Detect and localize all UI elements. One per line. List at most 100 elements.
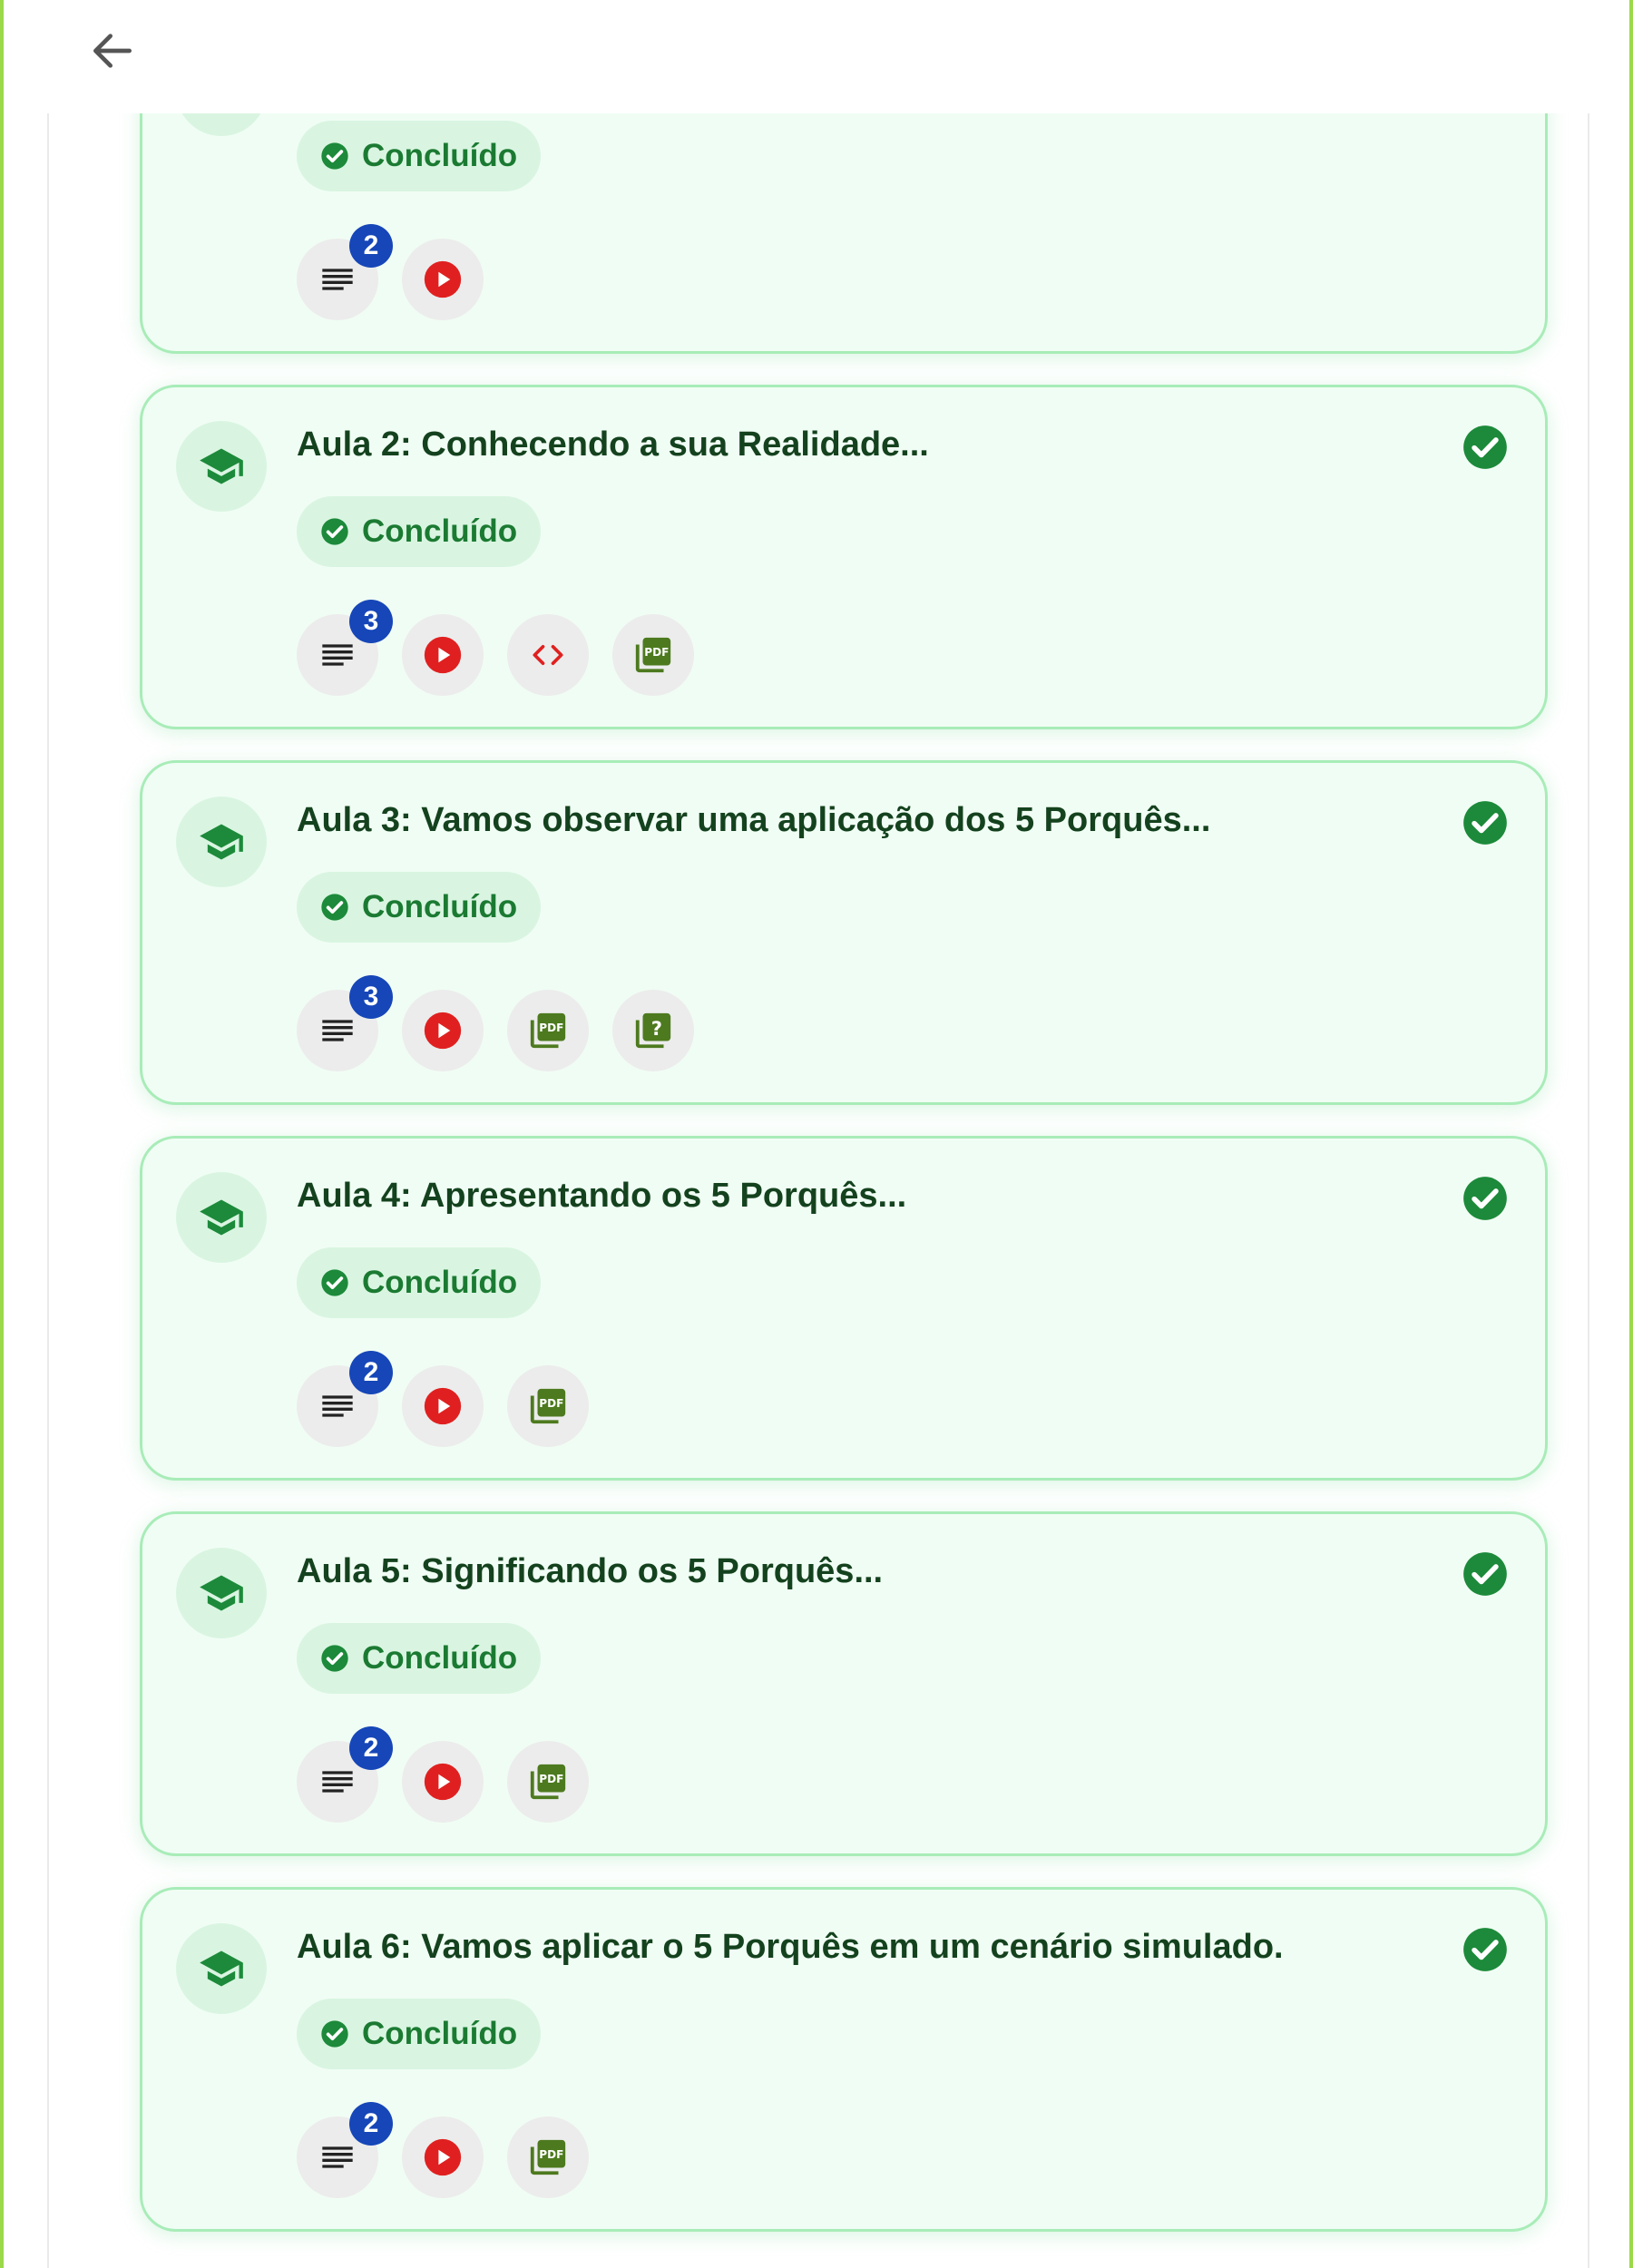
count-badge: 3 bbox=[349, 975, 393, 1019]
text-content-button[interactable]: 2 bbox=[297, 1726, 393, 1823]
video-button[interactable] bbox=[402, 614, 484, 696]
status-label: Concluído bbox=[362, 889, 518, 924]
pdf-button[interactable]: PDF bbox=[507, 990, 589, 1071]
pdf-button[interactable]: PDF bbox=[507, 1741, 589, 1823]
resource-buttons: 2 bbox=[297, 224, 484, 320]
graduation-cap-icon bbox=[176, 421, 267, 512]
resource-buttons: 3 PDF? bbox=[297, 975, 694, 1071]
lesson-title: Aula 5: Significando os 5 Porquês... bbox=[297, 1552, 884, 1590]
text-content-button[interactable]: 3 bbox=[297, 600, 393, 696]
text-content-button[interactable]: 2 bbox=[297, 1351, 393, 1447]
arrow-left-icon bbox=[93, 34, 132, 68]
svg-text:PDF: PDF bbox=[539, 2148, 563, 2161]
pdf-button[interactable]: PDF bbox=[507, 1365, 589, 1447]
lesson-card[interactable]: Aula 6: Vamos aplicar o 5 Porquês em um … bbox=[140, 1887, 1548, 2232]
text-lines-icon bbox=[319, 1764, 356, 1800]
check-circle-icon bbox=[320, 1644, 349, 1673]
lesson-title: Aula 4: Apresentando os 5 Porquês... bbox=[297, 1177, 907, 1215]
completed-check-icon bbox=[1462, 1550, 1509, 1598]
video-button[interactable] bbox=[402, 1365, 484, 1447]
lesson-card[interactable]: Aula 3: Vamos observar uma aplicação dos… bbox=[140, 760, 1548, 1105]
completed-check-icon bbox=[1462, 1926, 1509, 1973]
graduation-cap-icon bbox=[176, 1548, 267, 1638]
check-circle-icon bbox=[320, 142, 349, 171]
top-bar bbox=[4, 0, 1629, 113]
completed-check-icon bbox=[1462, 424, 1509, 471]
text-lines-icon bbox=[319, 1012, 356, 1049]
completed-check-icon bbox=[1462, 1175, 1509, 1222]
check-circle-icon bbox=[320, 1268, 349, 1297]
graduation-cap-icon bbox=[176, 797, 267, 887]
lesson-card[interactable]: Aula 2: Conhecendo a sua Realidade... Con… bbox=[140, 385, 1548, 729]
check-circle-icon bbox=[320, 2019, 349, 2048]
count-badge: 2 bbox=[349, 1351, 393, 1394]
play-icon bbox=[423, 1762, 463, 1802]
video-button[interactable] bbox=[402, 239, 484, 320]
status-label: Concluído bbox=[362, 2016, 518, 2051]
lesson-card[interactable]: Aula 1: Introdução ao cursoConcluído2 bbox=[140, 113, 1548, 354]
completed-check-icon bbox=[1462, 799, 1509, 846]
lesson-card[interactable]: Aula 4: Apresentando os 5 Porquês... Conc… bbox=[140, 1136, 1548, 1481]
status-badge: Concluído bbox=[297, 1623, 542, 1694]
pdf-icon: PDF bbox=[527, 1761, 569, 1803]
video-button[interactable] bbox=[402, 990, 484, 1071]
lesson-card[interactable]: Aula 5: Significando os 5 Porquês... Conc… bbox=[140, 1511, 1548, 1856]
status-label: Concluído bbox=[362, 138, 518, 173]
svg-text:PDF: PDF bbox=[539, 1397, 563, 1410]
status-badge: Concluído bbox=[297, 121, 542, 191]
resource-buttons: 2 PDF bbox=[297, 2102, 589, 2198]
text-lines-icon bbox=[319, 2139, 356, 2175]
text-lines-icon bbox=[319, 1388, 356, 1424]
pdf-icon: PDF bbox=[527, 1385, 569, 1427]
play-icon bbox=[423, 259, 463, 299]
video-button[interactable] bbox=[402, 2116, 484, 2198]
quiz-icon: ? bbox=[632, 1010, 674, 1051]
text-content-button[interactable]: 2 bbox=[297, 224, 393, 320]
check-circle-icon bbox=[320, 893, 349, 922]
text-lines-icon bbox=[319, 261, 356, 298]
count-badge: 2 bbox=[349, 2102, 393, 2146]
status-badge: Concluído bbox=[297, 872, 542, 943]
svg-text:PDF: PDF bbox=[644, 646, 669, 659]
svg-text:?: ? bbox=[651, 1017, 662, 1040]
lesson-title: Aula 2: Conhecendo a sua Realidade... bbox=[297, 425, 929, 464]
status-label: Concluído bbox=[362, 1640, 518, 1676]
count-badge: 3 bbox=[349, 600, 393, 643]
pdf-icon: PDF bbox=[527, 2136, 569, 2178]
resource-buttons: 3 PDF bbox=[297, 600, 694, 696]
count-badge: 2 bbox=[349, 1726, 393, 1770]
resource-buttons: 2 PDF bbox=[297, 1351, 589, 1447]
play-icon bbox=[423, 1386, 463, 1426]
lesson-title: Aula 6: Vamos aplicar o 5 Porquês em um … bbox=[297, 1928, 1284, 1966]
lesson-title: Aula 3: Vamos observar uma aplicação dos… bbox=[297, 801, 1211, 839]
pdf-button[interactable]: PDF bbox=[507, 2116, 589, 2198]
video-button[interactable] bbox=[402, 1741, 484, 1823]
play-icon bbox=[423, 635, 463, 675]
pdf-icon: PDF bbox=[632, 634, 674, 676]
check-circle-icon bbox=[320, 517, 349, 546]
lesson-list: Aula 1: Introdução ao cursoConcluído2Aul… bbox=[47, 113, 1589, 2268]
graduation-cap-icon bbox=[176, 113, 267, 136]
status-label: Concluído bbox=[362, 513, 518, 549]
play-icon bbox=[423, 2137, 463, 2177]
pdf-button[interactable]: PDF bbox=[612, 614, 694, 696]
graduation-cap-icon bbox=[176, 1923, 267, 2014]
status-badge: Concluído bbox=[297, 496, 542, 567]
status-badge: Concluído bbox=[297, 1999, 542, 2069]
text-lines-icon bbox=[319, 637, 356, 673]
play-icon bbox=[423, 1011, 463, 1051]
pdf-icon: PDF bbox=[527, 1010, 569, 1051]
graduation-cap-icon bbox=[176, 1172, 267, 1263]
svg-text:PDF: PDF bbox=[539, 1022, 563, 1034]
resource-buttons: 2 PDF bbox=[297, 1726, 589, 1823]
status-badge: Concluído bbox=[297, 1247, 542, 1318]
quiz-button[interactable]: ? bbox=[612, 990, 694, 1071]
status-label: Concluído bbox=[362, 1265, 518, 1300]
embed-button[interactable] bbox=[507, 614, 589, 696]
count-badge: 2 bbox=[349, 224, 393, 268]
back-button[interactable] bbox=[76, 15, 149, 87]
code-icon bbox=[528, 635, 568, 675]
text-content-button[interactable]: 2 bbox=[297, 2102, 393, 2198]
text-content-button[interactable]: 3 bbox=[297, 975, 393, 1071]
svg-text:PDF: PDF bbox=[539, 1773, 563, 1785]
